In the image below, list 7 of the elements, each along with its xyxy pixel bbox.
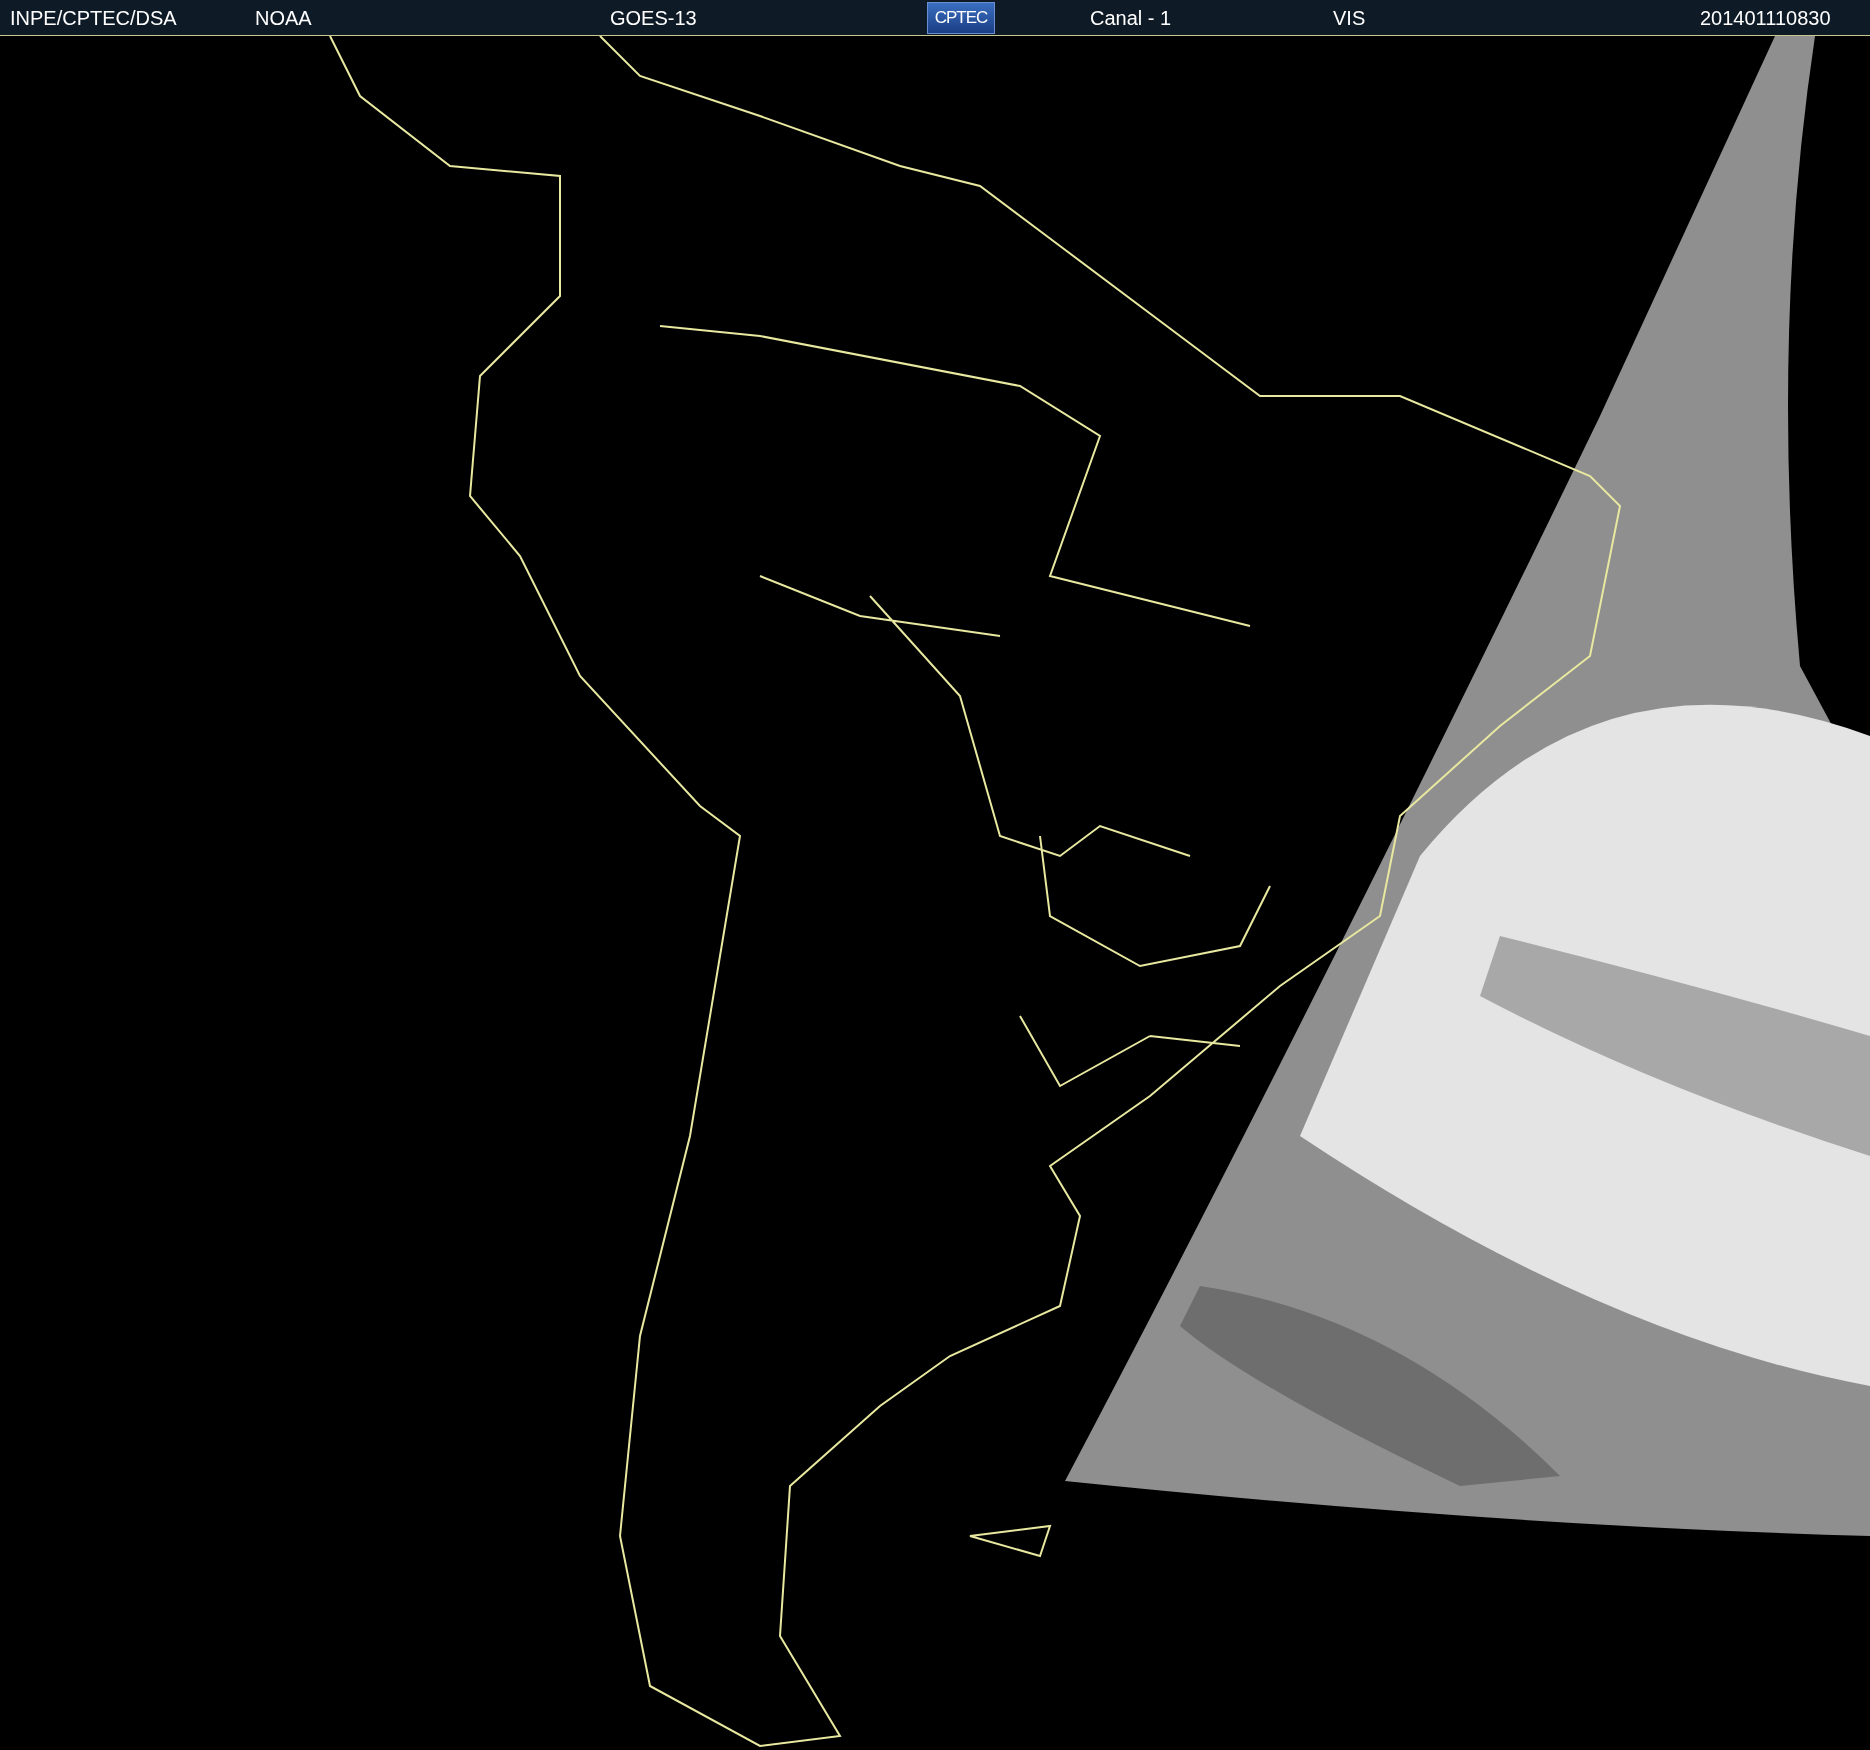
timestamp-label: 201401110830: [1700, 6, 1831, 29]
channel-label: Canal - 1: [1090, 6, 1172, 29]
satellite-label: GOES-13: [610, 6, 697, 29]
source-label: INPE/CPTEC/DSA: [10, 6, 177, 29]
band-label: VIS: [1333, 6, 1366, 29]
logo: CPTEC: [927, 2, 995, 34]
agency-label: NOAA: [255, 6, 312, 29]
